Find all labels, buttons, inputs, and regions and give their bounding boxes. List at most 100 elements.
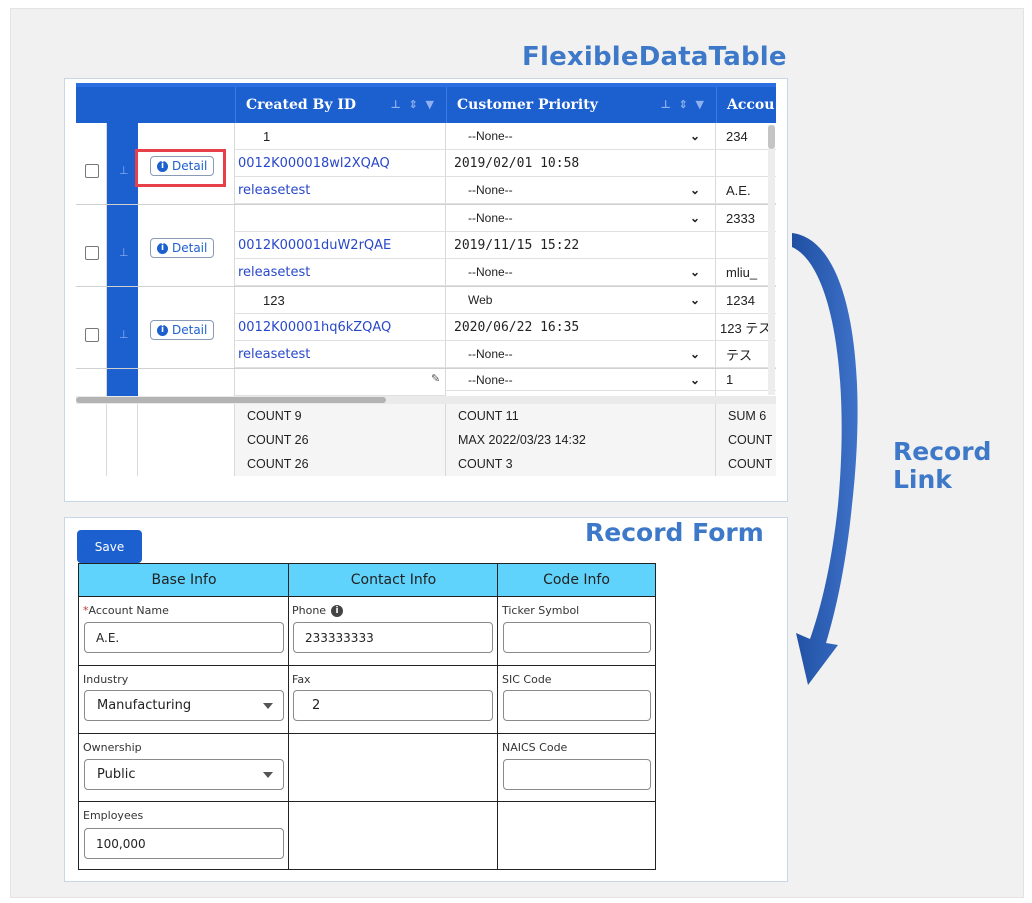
table-cell: 234 xyxy=(716,123,776,150)
sort-filter-icon[interactable]: ⊥ ⇕ ▼ xyxy=(661,98,706,111)
field-label-employees: Employees xyxy=(83,809,144,822)
industry-select[interactable]: Manufacturing xyxy=(84,690,284,721)
table-cell: 1 xyxy=(716,369,776,391)
info-icon: i xyxy=(157,242,168,254)
field-label-industry: Industry xyxy=(83,673,129,686)
field-label-ticker-symbol: Ticker Symbol xyxy=(502,604,580,617)
summary-row: COUNT 26 COUNT 3 COUNT xyxy=(76,452,776,476)
summary-cell: COUNT 26 xyxy=(235,428,446,452)
field-label-fax: Fax xyxy=(292,673,311,686)
detail-button[interactable]: i Detail xyxy=(150,238,215,258)
column-header-customer-priority[interactable]: Customer Priority ⊥ ⇕ ▼ xyxy=(446,87,716,123)
info-icon[interactable]: i xyxy=(331,605,344,617)
record-form-card: Save Base Info Contact Info Code Info *A… xyxy=(64,517,788,882)
section-header-contact-info: Contact Info xyxy=(289,564,498,597)
ticker-symbol-input[interactable] xyxy=(503,622,651,653)
priority-select[interactable]: Web ⌄ xyxy=(446,287,716,314)
table-header: Created By ID ⊥ ⇕ ▼ Customer Priority ⊥ … xyxy=(76,83,776,123)
field-label-ownership: Ownership xyxy=(83,741,142,754)
summary-cell: COUNT xyxy=(716,428,776,452)
chevron-down-icon: ⌄ xyxy=(689,183,700,197)
row-checkbox[interactable] xyxy=(85,164,99,178)
section-header-base-info: Base Info xyxy=(79,564,289,597)
naics-code-input[interactable] xyxy=(503,759,651,790)
summary-cell: COUNT xyxy=(716,452,776,476)
record-id-link[interactable]: 0012K00001hq6kZQAQ xyxy=(235,314,446,341)
field-label-account-name: *Account Name xyxy=(83,604,169,617)
chevron-down-icon: ⌄ xyxy=(689,293,700,307)
record-link-arrow-icon xyxy=(792,233,858,685)
summary-cell: COUNT 26 xyxy=(235,452,446,476)
employees-input[interactable]: 100,000 xyxy=(84,828,284,859)
record-id-link[interactable]: 0012K00001duW2rQAE xyxy=(235,232,446,259)
sic-code-input[interactable] xyxy=(503,690,651,721)
summary-cell: SUM 6 xyxy=(716,404,776,428)
summary-row: COUNT 26 MAX 2022/03/23 14:32 COUNT xyxy=(76,428,776,452)
table-cell: 2019/02/01 10:58 xyxy=(446,150,716,177)
record-form-grid: Base Info Contact Info Code Info *Accoun… xyxy=(78,563,656,870)
record-id-link[interactable]: 0012K000018wl2XQAQ xyxy=(235,150,446,177)
chevron-down-icon: ⌄ xyxy=(689,129,700,143)
pin-icon[interactable]: ⊥ xyxy=(119,164,129,177)
column-header-label: Accou xyxy=(727,97,775,113)
field-label-sic-code: SIC Code xyxy=(502,673,552,686)
priority-select[interactable]: --None-- ⌄ xyxy=(446,123,716,150)
column-header-label: Customer Priority xyxy=(457,97,598,113)
phone-input[interactable]: 233333333 xyxy=(293,622,493,653)
dropdown-arrow-icon xyxy=(263,771,273,778)
summary-cell: COUNT 3 xyxy=(446,452,716,476)
row-checkbox[interactable] xyxy=(85,246,99,260)
vertical-scrollbar[interactable] xyxy=(768,125,775,395)
horizontal-scrollbar[interactable] xyxy=(76,396,776,404)
table-cell: 123 xyxy=(235,287,446,314)
table-caption: FlexibleDataTable xyxy=(522,42,787,72)
section-header-code-info: Code Info xyxy=(498,564,655,597)
summary-rows: COUNT 9 COUNT 11 SUM 6 COUNT 26 MAX 2022… xyxy=(76,404,776,476)
form-caption: Record Form xyxy=(585,518,764,547)
table-cell: 2020/06/22 16:35 xyxy=(446,314,716,341)
priority-select[interactable]: --None-- ⌄ xyxy=(446,369,716,391)
ownership-select[interactable]: Public xyxy=(84,759,284,790)
table-cell xyxy=(716,150,776,177)
column-header-account[interactable]: Accou xyxy=(716,87,776,123)
fax-input[interactable]: 2 xyxy=(293,690,493,721)
table-cell: 2019/11/15 15:22 xyxy=(446,232,716,259)
table-cell: 2333 xyxy=(716,205,776,232)
priority-select[interactable]: --None-- ⌄ xyxy=(446,177,716,204)
table-cell xyxy=(235,369,446,396)
owner-link[interactable]: releasetest xyxy=(235,341,446,368)
table-cell: 1234 xyxy=(716,287,776,314)
table-cell xyxy=(235,205,446,232)
owner-link[interactable]: releasetest xyxy=(235,259,446,286)
chevron-down-icon: ⌄ xyxy=(689,211,700,225)
field-label-naics-code: NAICS Code xyxy=(502,741,568,754)
chevron-down-icon: ⌄ xyxy=(689,347,700,361)
detail-highlight-box xyxy=(135,149,226,187)
pin-icon[interactable]: ⊥ xyxy=(119,328,129,341)
table-cell: mliu_ xyxy=(716,259,776,286)
priority-select[interactable]: --None-- ⌄ xyxy=(446,259,716,286)
data-table: Created By ID ⊥ ⇕ ▼ Customer Priority ⊥ … xyxy=(76,83,776,476)
column-header-created-by-id[interactable]: Created By ID ⊥ ⇕ ▼ xyxy=(235,87,446,123)
chevron-down-icon: ⌄ xyxy=(689,372,700,387)
summary-cell: COUNT 11 xyxy=(446,404,716,428)
flexible-data-table-card: Created By ID ⊥ ⇕ ▼ Customer Priority ⊥ … xyxy=(64,78,788,502)
table-cell: 123 テス xyxy=(716,314,776,341)
summary-cell: MAX 2022/03/23 14:32 xyxy=(446,428,716,452)
table-cell: 1 xyxy=(235,123,446,150)
dropdown-arrow-icon xyxy=(263,702,273,709)
column-header-label: Created By ID xyxy=(246,97,357,113)
table-cell xyxy=(716,232,776,259)
row-checkbox[interactable] xyxy=(85,328,99,342)
detail-button[interactable]: i Detail xyxy=(150,320,215,340)
summary-cell: COUNT 9 xyxy=(235,404,446,428)
owner-link[interactable]: releasetest xyxy=(235,177,446,204)
account-name-input[interactable]: A.E. xyxy=(84,622,284,653)
info-icon: i xyxy=(157,324,168,336)
priority-select[interactable]: --None-- ⌄ xyxy=(446,341,716,368)
pencil-icon[interactable]: ✎ xyxy=(431,372,440,385)
pin-icon[interactable]: ⊥ xyxy=(119,246,129,259)
save-button[interactable]: Save xyxy=(77,530,142,563)
priority-select[interactable]: --None-- ⌄ xyxy=(446,205,716,232)
sort-filter-icon[interactable]: ⊥ ⇕ ▼ xyxy=(391,98,436,111)
